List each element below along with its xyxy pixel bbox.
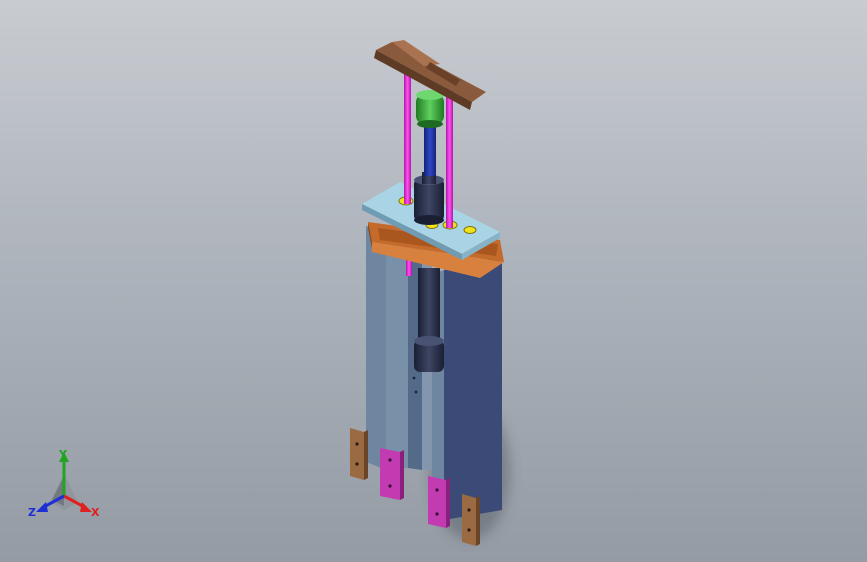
pad-left[interactable] (380, 448, 404, 500)
z-axis-label: Z (28, 506, 36, 519)
guide-rod-left[interactable] (404, 72, 411, 204)
y-axis-label: Y (58, 448, 68, 461)
cad-model-lift-assembly[interactable] (0, 0, 867, 562)
frame-column-left[interactable] (366, 226, 422, 470)
z-arrow-icon (36, 502, 48, 512)
guide-rod-right[interactable] (446, 82, 453, 228)
motor[interactable] (416, 90, 444, 128)
frame-bolt (412, 376, 416, 380)
foot-plate-left[interactable] (350, 428, 368, 480)
foot-plate-right[interactable] (462, 494, 480, 546)
upper-cylinder-housing[interactable] (414, 172, 444, 225)
lower-cylinder[interactable] (414, 268, 444, 372)
cad-viewport[interactable]: Y X Z (0, 0, 867, 562)
frame-bolt (414, 390, 418, 394)
x-axis-label: X (91, 506, 100, 519)
pad-right[interactable] (428, 476, 450, 528)
orientation-triad[interactable]: Y X Z (24, 446, 110, 526)
